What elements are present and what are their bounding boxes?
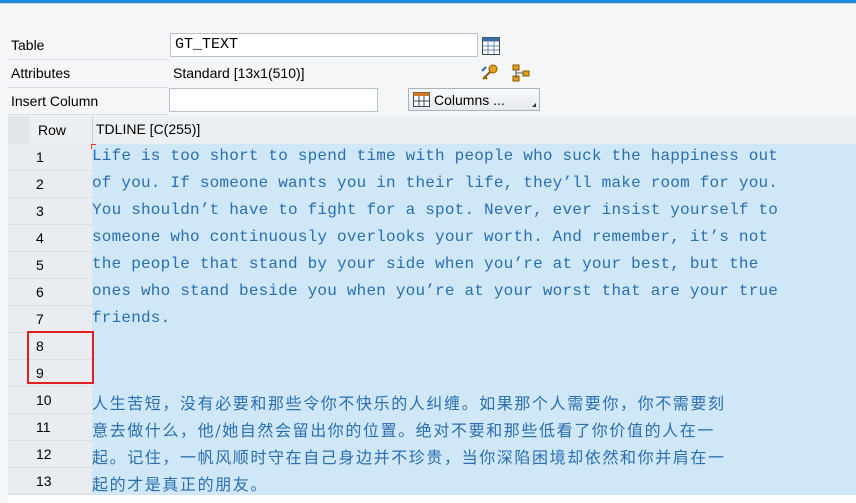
tdline-cell[interactable]: 起。记住，一帆风顺时守在自己身边并不珍贵，当你深陷困境却依然和你并肩在一 <box>92 441 856 468</box>
tdline-cell[interactable]: 人生苦短，没有必要和那些令你不快乐的人纠缠。如果那个人需要你，你不需要刻 <box>92 387 856 414</box>
tdline-text: You shouldn’t have to fight for a spot. … <box>92 201 779 219</box>
tdline-cell[interactable] <box>92 360 856 387</box>
tdline-cell[interactable]: Life is too short to spend time with peo… <box>92 144 856 171</box>
row-number: 2 <box>36 176 44 192</box>
tdline-text: someone who continuously overlooks your … <box>92 228 769 246</box>
window-top-border <box>0 3 856 4</box>
row-number-cell[interactable]: 1 <box>8 144 92 171</box>
row-number: 3 <box>36 203 44 219</box>
tdline-text: friends. <box>92 309 171 327</box>
tdline-text: 意去做什么，他/她自然会留出你的位置。绝对不要和那些低看了你价值的人在一 <box>92 421 715 440</box>
columns-button[interactable]: Columns ... <box>408 88 540 111</box>
tdline-cell[interactable]: ones who stand beside you when you’re at… <box>92 279 856 306</box>
select-all-corner[interactable] <box>8 116 30 144</box>
row-column-header: Row <box>38 122 67 138</box>
attributes-value: Standard [13x1(510)] <box>173 65 305 81</box>
divider <box>8 87 168 88</box>
row-number-cell[interactable]: 6 <box>8 279 92 306</box>
row-number-cell[interactable]: 13 <box>8 468 92 495</box>
row-number-cell[interactable]: 10 <box>8 387 92 414</box>
row-number: 10 <box>36 392 52 408</box>
row-number-cell[interactable]: 2 <box>8 171 92 198</box>
row-number: 5 <box>36 257 44 273</box>
row-number: 7 <box>36 311 44 327</box>
tdline-column-header[interactable]: TDLINE [C(255)] <box>92 116 856 144</box>
tdline-cell[interactable]: someone who continuously overlooks your … <box>92 225 856 252</box>
row-number-cell[interactable]: 4 <box>8 225 92 252</box>
grid-header: Row TDLINE [C(255)] <box>8 116 856 145</box>
insert-column-field[interactable] <box>169 88 378 112</box>
row-selection-highlight <box>27 331 94 384</box>
table-name-field[interactable]: GT_TEXT <box>170 33 478 57</box>
data-grid: Row TDLINE [C(255)] 1 Life is too short t… <box>8 116 856 503</box>
tdline-cell[interactable]: You shouldn’t have to fight for a spot. … <box>92 198 856 225</box>
tdline-cell[interactable]: of you. If someone wants you in their li… <box>92 171 856 198</box>
tdline-text: 人生苦短，没有必要和那些令你不快乐的人纠缠。如果那个人需要你，你不需要刻 <box>92 394 726 413</box>
tdline-cell[interactable]: friends. <box>92 306 856 333</box>
row-number-cell[interactable]: 12 <box>8 441 92 468</box>
table-view-icon[interactable] <box>481 36 501 56</box>
columns-button-label: Columns ... <box>434 92 505 108</box>
tdline-cell[interactable]: 意去做什么，他/她自然会留出你的位置。绝对不要和那些低看了你价值的人在一 <box>92 414 856 441</box>
row-number-cell[interactable]: 11 <box>8 414 92 441</box>
row-number: 11 <box>36 419 51 435</box>
tdline-cell[interactable] <box>92 333 856 360</box>
attributes-label: Attributes <box>11 65 71 81</box>
tdline-text: of you. If someone wants you in their li… <box>92 174 779 192</box>
tdline-column-header-label: TDLINE [C(255)] <box>96 121 201 137</box>
tdline-text: the people that stand by your side when … <box>92 255 759 273</box>
tdline-text: Life is too short to spend time with peo… <box>92 147 779 165</box>
row-number-cell[interactable]: 7 <box>8 306 92 333</box>
row-number: 12 <box>36 446 52 462</box>
divider <box>8 59 168 60</box>
row-number: 1 <box>36 149 44 165</box>
grid-columns-icon <box>413 92 430 110</box>
hierarchy-icon[interactable] <box>511 63 531 83</box>
dropdown-corner-icon <box>532 103 536 107</box>
row-number: 13 <box>36 473 52 489</box>
row-number: 6 <box>36 284 44 300</box>
cell-corner-marker <box>91 144 96 149</box>
divider <box>8 114 168 115</box>
tdline-cell[interactable]: the people that stand by your side when … <box>92 252 856 279</box>
table-label: Table <box>11 37 45 53</box>
tdline-text: 起的才是真正的朋友。 <box>92 475 269 494</box>
tdline-cell[interactable]: 起的才是真正的朋友。 <box>92 468 856 495</box>
row-number: 4 <box>36 230 44 246</box>
tdline-text: ones who stand beside you when you’re at… <box>92 282 779 300</box>
key-settings-icon[interactable] <box>480 63 500 83</box>
row-number-cell[interactable]: 3 <box>8 198 92 225</box>
row-number-cell[interactable]: 5 <box>8 252 92 279</box>
insert-column-label: Insert Column <box>11 93 99 109</box>
tdline-text: 起。记住，一帆风顺时守在自己身边并不珍贵，当你深陷困境却依然和你并肩在一 <box>92 448 726 467</box>
